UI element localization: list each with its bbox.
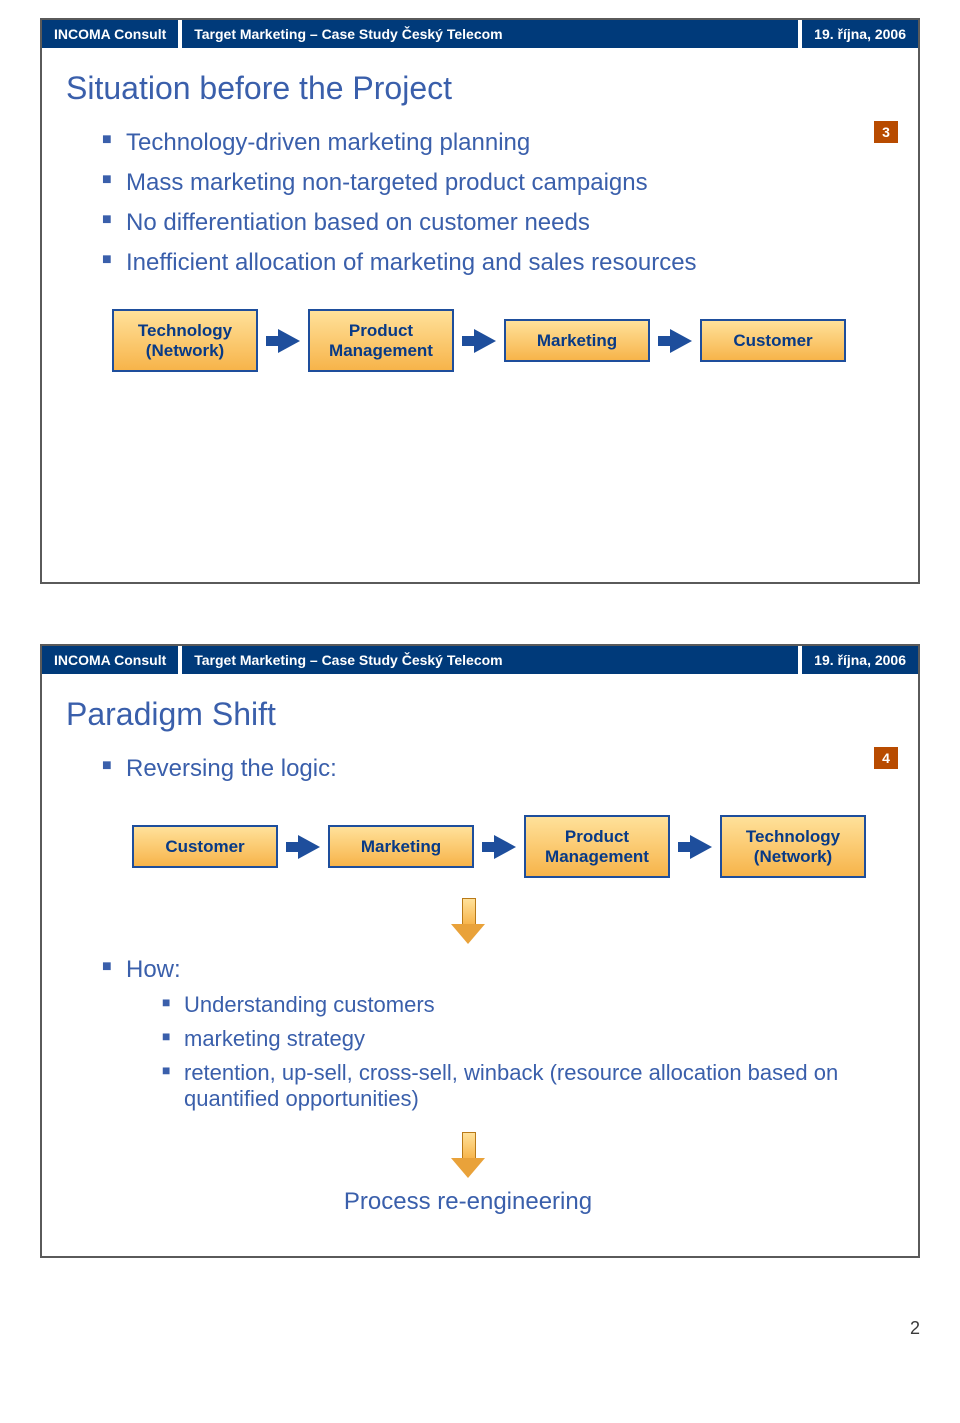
flow-box: Customer (700, 319, 846, 363)
bullet-list: Reversing the logic: (102, 749, 894, 789)
arrow-right-icon (494, 835, 516, 859)
sub-bullet-list: Understanding customers marketing strate… (126, 988, 894, 1116)
bullet-item: How: Understanding customers marketing s… (102, 950, 894, 1122)
flow-diagram: Customer Marketing ProductManagement Tec… (102, 789, 894, 888)
arrow-down-icon (455, 1132, 481, 1178)
how-label: How: (126, 956, 181, 983)
flow-box: Marketing (504, 319, 650, 363)
flow-box: ProductManagement (308, 309, 454, 372)
slide-title: Situation before the Project (42, 48, 918, 115)
header-mid: Target Marketing – Case Study Český Tele… (182, 22, 798, 46)
header-right: 19. října, 2006 (802, 22, 918, 46)
bullet-list: Technology-driven marketing planning Mas… (102, 123, 894, 283)
document-page-number: 2 (0, 1318, 960, 1359)
bullet-item: Reversing the logic: (102, 749, 894, 789)
sub-bullet-item: marketing strategy (162, 1022, 894, 1056)
slide-header: INCOMA Consult Target Marketing – Case S… (42, 20, 918, 48)
slide-content: 3 Technology-driven marketing planning M… (42, 115, 918, 582)
flow-box: Marketing (328, 825, 474, 869)
arrow-right-icon (278, 329, 300, 353)
bullet-item: No differentiation based on customer nee… (102, 203, 894, 243)
arrow-right-icon (474, 329, 496, 353)
arrow-down-icon (455, 898, 481, 944)
header-left: INCOMA Consult (42, 22, 178, 46)
header-right: 19. října, 2006 (802, 648, 918, 672)
sub-bullet-item: retention, up-sell, cross-sell, winback … (162, 1056, 894, 1116)
arrow-right-icon (670, 329, 692, 353)
flow-box: Technology(Network) (112, 309, 258, 372)
bullet-item: Technology-driven marketing planning (102, 123, 894, 163)
slide-1: INCOMA Consult Target Marketing – Case S… (40, 18, 920, 584)
arrow-right-icon (298, 835, 320, 859)
bullet-list: How: Understanding customers marketing s… (102, 950, 894, 1122)
bullet-item: Mass marketing non-targeted product camp… (102, 163, 894, 203)
bullet-item: Inefficient allocation of marketing and … (102, 243, 894, 283)
slide-2: INCOMA Consult Target Marketing – Case S… (40, 644, 920, 1258)
slide-header: INCOMA Consult Target Marketing – Case S… (42, 646, 918, 674)
sub-bullet-item: Understanding customers (162, 988, 894, 1022)
slide-content: 4 Reversing the logic: Customer Marketin… (42, 741, 918, 1256)
header-mid: Target Marketing – Case Study Český Tele… (182, 648, 798, 672)
arrow-right-icon (690, 835, 712, 859)
flow-box: Technology(Network) (720, 815, 866, 878)
flow-box: Customer (132, 825, 278, 869)
flow-diagram: Technology(Network) ProductManagement Ma… (102, 283, 894, 382)
process-text: Process re-engineering (42, 1184, 894, 1216)
slide-title: Paradigm Shift (42, 674, 918, 741)
flow-box: ProductManagement (524, 815, 670, 878)
header-left: INCOMA Consult (42, 648, 178, 672)
